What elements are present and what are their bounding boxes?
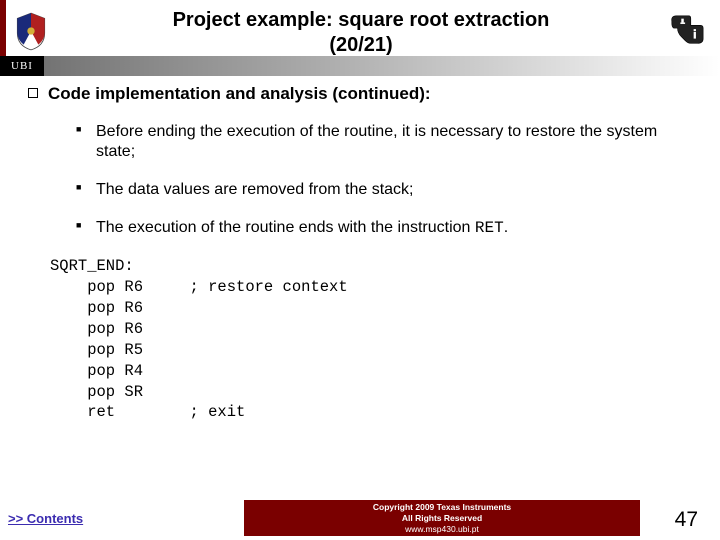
- slide-footer: >> Contents Copyright 2009 Texas Instrum…: [0, 500, 720, 540]
- bullet-item: The execution of the routine ends with t…: [76, 218, 692, 238]
- title-line-1: Project example: square root extraction: [173, 9, 550, 31]
- slide-content: Code implementation and analysis (contin…: [0, 62, 720, 423]
- slide-title: Project example: square root extraction …: [52, 4, 720, 58]
- section-heading: Code implementation and analysis (contin…: [28, 84, 692, 104]
- page-number: 47: [675, 508, 698, 532]
- code-block: SQRT_END: pop R6 ; restore context pop R…: [50, 256, 692, 423]
- ubi-label-block: UBI: [0, 56, 44, 76]
- header-gradient-bar: [44, 56, 720, 76]
- bullet-item-tail: .: [504, 219, 508, 236]
- title-line-2: (20/21): [329, 34, 392, 56]
- bullet-list: Before ending the execution of the routi…: [28, 122, 692, 238]
- inline-code: RET: [475, 219, 504, 237]
- bullet-item: The data values are removed from the sta…: [76, 180, 692, 200]
- footer-bar: Copyright 2009 Texas Instruments All Rig…: [244, 500, 640, 536]
- left-stripe: [0, 0, 6, 62]
- footer-url: www.msp430.ubi.pt: [244, 524, 640, 534]
- contents-link[interactable]: >> Contents: [8, 511, 83, 526]
- bullet-item: Before ending the execution of the routi…: [76, 122, 692, 162]
- rights-line: All Rights Reserved: [244, 513, 640, 523]
- slide-header: Project example: square root extraction …: [0, 0, 720, 62]
- ubi-crest-logo: [10, 10, 52, 52]
- hollow-square-bullet: [28, 88, 38, 98]
- ti-logo: [668, 12, 706, 50]
- section-heading-text: Code implementation and analysis (contin…: [48, 84, 431, 103]
- copyright-line: Copyright 2009 Texas Instruments: [244, 502, 640, 512]
- bullet-item-text: The execution of the routine ends with t…: [96, 219, 470, 236]
